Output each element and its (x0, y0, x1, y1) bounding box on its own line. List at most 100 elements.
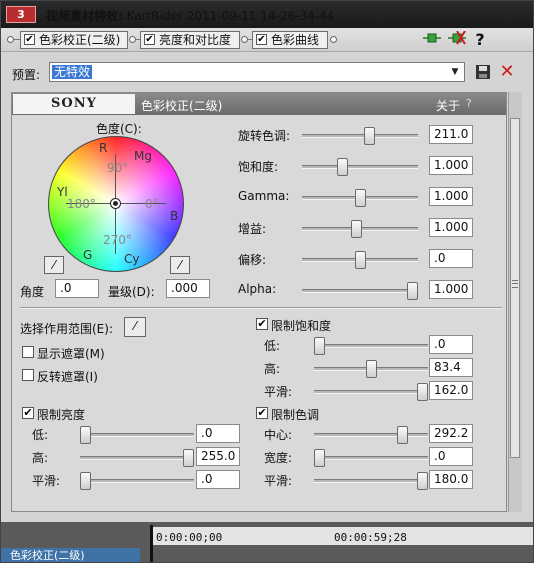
limit-hue-checkbox[interactable]: ✔ (256, 407, 268, 419)
limit-hue-label: 限制色调 (271, 408, 320, 422)
remove-plugin-icon[interactable] (448, 30, 466, 49)
luminance-smooth-input[interactable]: .0 (196, 470, 240, 489)
chain-plugin-brightness-contrast[interactable]: ✔ 亮度和对比度 (140, 31, 240, 49)
gain-slider-thumb[interactable] (351, 220, 363, 238)
save-preset-icon[interactable] (474, 63, 492, 81)
rotate-hue-input[interactable]: 211.0 (429, 125, 473, 144)
section-divider (20, 307, 502, 309)
hue-smooth-input[interactable]: 180.0 (429, 470, 473, 489)
hue-width-slider-thumb[interactable] (314, 449, 325, 467)
saturation-low-input[interactable]: .0 (429, 335, 473, 354)
saturation-slider-thumb[interactable] (336, 158, 348, 176)
hue-smooth-label: 平滑: (264, 474, 293, 488)
hue-width-slider-track[interactable] (314, 456, 428, 460)
chain-plugin-checkbox[interactable]: ✔ (144, 34, 155, 45)
hue-width-input[interactable]: .0 (429, 447, 473, 466)
select-range-eyedropper-icon[interactable]: ⁄ (124, 317, 146, 337)
hue-center-input[interactable]: 292.2 (429, 424, 473, 443)
luminance-high-slider-thumb[interactable] (183, 449, 194, 467)
hue-label-green: G (83, 248, 93, 262)
chain-node (241, 36, 248, 43)
saturation-low-slider-thumb[interactable] (314, 337, 325, 355)
preset-value: 无特效 (52, 65, 93, 79)
timeline-end-timecode: 00:00:59;28 (334, 531, 407, 544)
scrollbar-thumb[interactable] (510, 118, 520, 458)
saturation-slider-track[interactable] (302, 165, 418, 169)
dropdown-arrow-icon[interactable]: ▼ (448, 65, 462, 79)
limit-luminance-checkbox[interactable]: ✔ (22, 407, 34, 419)
saturation-smooth-input[interactable]: 162.0 (429, 381, 473, 400)
timeline-start-timecode: 0:00:00;00 (156, 531, 223, 544)
about-button[interactable]: 关于 (436, 97, 460, 114)
delete-preset-icon[interactable]: ✕ (498, 63, 516, 81)
plugin-name: 色彩校正(二级) (141, 99, 223, 113)
timeline-playhead[interactable] (150, 525, 153, 563)
offset-label: 偏移: (238, 253, 267, 267)
magnitude-input[interactable]: .000 (166, 279, 210, 298)
luminance-low-slider-track[interactable] (80, 433, 194, 437)
saturation-high-input[interactable]: 83.4 (429, 358, 473, 377)
window-title-prefix: 视频素材特效: (46, 9, 123, 23)
saturation-high-slider-thumb[interactable] (365, 360, 377, 378)
preset-dropdown[interactable]: 无特效 ▼ (49, 62, 465, 82)
invert-mask-label: 反转遮罩(I) (37, 370, 98, 384)
alpha-slider-thumb[interactable] (407, 282, 418, 300)
luminance-high-input[interactable]: 255.0 (196, 447, 240, 466)
alpha-label: Alpha: (238, 282, 277, 296)
chain-plugin-color-corrector-secondary[interactable]: ✔ 色彩校正(二级) (20, 31, 128, 49)
hue-center-slider-thumb[interactable] (397, 426, 409, 444)
show-mask-checkbox[interactable] (22, 346, 34, 358)
gamma-slider-thumb[interactable] (354, 189, 366, 207)
hue-smooth-slider-track[interactable] (314, 479, 428, 483)
gamma-input[interactable]: 1.000 (429, 187, 473, 206)
chain-node (129, 36, 136, 43)
alpha-slider-track[interactable] (302, 289, 418, 293)
degree-label-0: 0° (145, 197, 159, 211)
offset-input[interactable]: .0 (429, 249, 473, 268)
offset-slider-thumb[interactable] (354, 251, 366, 269)
show-mask-label: 显示遮罩(M) (37, 347, 105, 361)
angle-input[interactable]: .0 (55, 279, 99, 298)
luminance-smooth-slider-track[interactable] (80, 479, 194, 483)
gain-input[interactable]: 1.000 (429, 218, 473, 237)
window-number-badge: 3 (6, 6, 36, 23)
limit-luminance-label: 限制亮度 (37, 408, 86, 422)
eyedropper-add-icon[interactable]: ⁄ (170, 256, 190, 274)
limit-saturation-checkbox[interactable]: ✔ (256, 318, 268, 330)
saturation-high-label: 高: (264, 362, 281, 376)
luminance-low-slider-thumb[interactable] (80, 426, 91, 444)
hue-width-label: 宽度: (264, 451, 293, 465)
saturation-label: 饱和度: (238, 160, 279, 174)
rotate-hue-slider-track[interactable] (302, 134, 418, 138)
degree-label-180: 180° (67, 197, 96, 211)
eyedropper-icon[interactable]: ⁄ (44, 256, 64, 274)
saturation-smooth-slider-thumb[interactable] (417, 383, 428, 401)
saturation-smooth-label: 平滑: (264, 385, 293, 399)
chain-start-node (7, 36, 14, 43)
help-icon[interactable]: ? (472, 31, 488, 49)
luminance-high-label: 高: (32, 451, 49, 465)
rotate-hue-slider-thumb[interactable] (363, 127, 375, 145)
chain-plugin-checkbox[interactable]: ✔ (256, 34, 267, 45)
saturation-smooth-slider-track[interactable] (314, 390, 428, 394)
luminance-smooth-slider-thumb[interactable] (80, 472, 91, 490)
timeline-track-label[interactable]: 色彩校正(二级) (0, 548, 140, 563)
angle-label: 角度 (20, 285, 45, 299)
chain-end-node (330, 36, 337, 43)
plugin-chain-icon[interactable] (423, 31, 441, 49)
hue-label-blue: B (170, 209, 179, 223)
plugin-help-icon[interactable]: ? (466, 97, 472, 110)
chain-plugin-checkbox[interactable]: ✔ (24, 34, 35, 45)
hue-center-slider-track[interactable] (314, 433, 428, 437)
luminance-smooth-label: 平滑: (32, 474, 61, 488)
hue-smooth-slider-thumb[interactable] (417, 472, 428, 490)
preset-label: 预置: (12, 68, 41, 82)
alpha-input[interactable]: 1.000 (429, 280, 473, 299)
luminance-low-input[interactable]: .0 (196, 424, 240, 443)
sony-logo: SONY (13, 94, 135, 114)
luminance-high-slider-track[interactable] (80, 456, 194, 460)
invert-mask-checkbox[interactable] (22, 369, 34, 381)
chain-plugin-color-curves[interactable]: ✔ 色彩曲线 (252, 31, 328, 49)
saturation-low-slider-track[interactable] (314, 344, 428, 348)
saturation-input[interactable]: 1.000 (429, 156, 473, 175)
